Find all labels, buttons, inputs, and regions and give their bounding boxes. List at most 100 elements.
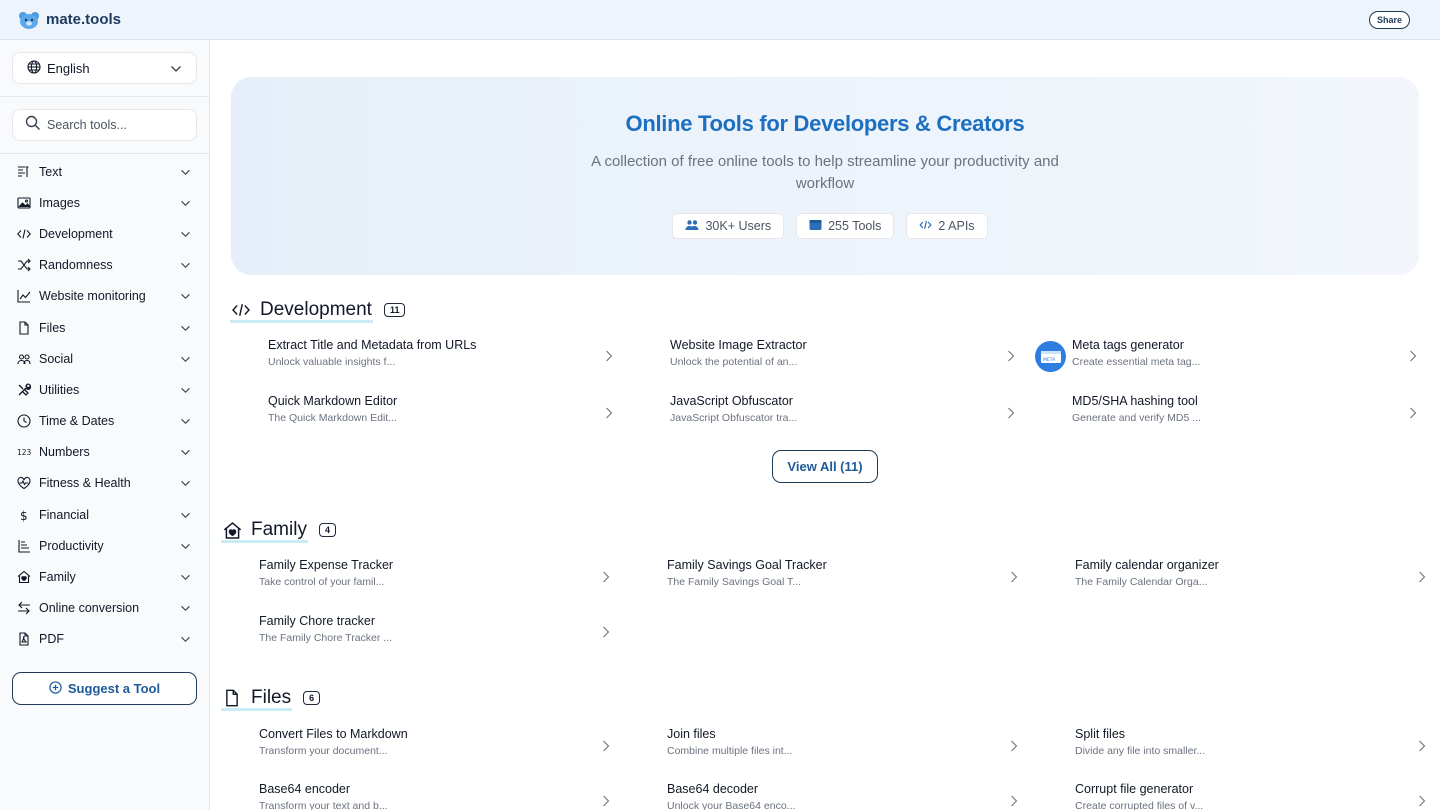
logo-text: mate.tools	[46, 11, 122, 28]
sidebar-item-label: Online conversion	[39, 601, 140, 616]
chevron-down-icon	[180, 445, 191, 459]
sidebar-item-images[interactable]: Images	[0, 187, 209, 218]
sidebar-item-label: Images	[39, 195, 80, 210]
tool-description: Unlock your Base64 enco...	[667, 800, 796, 810]
share-button[interactable]: Share	[1368, 10, 1410, 29]
sidebar-item-utilities[interactable]: Utilities	[0, 374, 209, 405]
productivity-icon	[17, 539, 31, 553]
tool-description: Create essential meta tag...	[1072, 356, 1201, 368]
users-badge: 30K+ Users	[672, 213, 785, 239]
chevron-right-icon	[1410, 350, 1417, 362]
tool-name: Convert Files to Markdown	[259, 727, 408, 741]
tool-card[interactable]: Corrupt file generator Create corrupted …	[1075, 782, 1415, 810]
tool-card[interactable]: Split files Divide any file into smaller…	[1075, 727, 1415, 771]
bear-logo-icon	[18, 11, 40, 29]
tool-card[interactable]: Meta tags generator Create essential met…	[1072, 338, 1412, 382]
tool-card[interactable]: Family Chore tracker The Family Chore Tr…	[259, 614, 609, 658]
tool-description: Unlock the potential of an...	[670, 356, 798, 368]
tool-card[interactable]: Base64 encoder Transform your text and b…	[259, 782, 609, 810]
sidebar-item-files[interactable]: Files	[0, 312, 209, 343]
tool-card[interactable]: Family Savings Goal Tracker The Family S…	[667, 558, 1017, 602]
shuffle-icon	[17, 258, 31, 272]
sidebar-item-randomness[interactable]: Randomness	[0, 250, 209, 281]
sidebar-item-online-conversion[interactable]: Online conversion	[0, 593, 209, 624]
sidebar-item-financial[interactable]: $ Financial	[0, 499, 209, 530]
top-bar: mate.tools Share	[0, 0, 1440, 40]
tool-card[interactable]: Extract Title and Metadata from URLs Unl…	[268, 338, 618, 382]
tool-name: Corrupt file generator	[1075, 782, 1194, 796]
chevron-right-icon	[603, 571, 610, 583]
sidebar-item-label: Development	[39, 226, 113, 241]
tool-name: Meta tags generator	[1072, 338, 1184, 352]
sidebar-item-label: Text	[39, 164, 62, 179]
chevron-down-icon	[180, 352, 191, 366]
suggest-tool-label: Suggest a Tool	[67, 681, 161, 696]
tool-name: Website Image Extractor	[670, 338, 807, 352]
sidebar-item-development[interactable]: Development	[0, 218, 209, 249]
tool-name: Family Savings Goal Tracker	[667, 558, 827, 572]
sidebar-item-social[interactable]: Social	[0, 343, 209, 374]
tool-card[interactable]: Base64 decoder Unlock your Base64 enco..…	[667, 782, 1017, 810]
tool-description: Unlock valuable insights f...	[268, 356, 396, 368]
section-development-title: Development	[230, 299, 373, 323]
image-icon	[17, 196, 31, 210]
sidebar-item-label: Family	[39, 570, 76, 585]
globe-icon	[27, 59, 41, 77]
tool-card[interactable]: Family calendar organizer The Family Cal…	[1075, 558, 1415, 602]
sidebar-item-numbers[interactable]: 123 Numbers	[0, 437, 209, 468]
svg-text:123: 123	[17, 448, 31, 457]
hero-banner: Online Tools for Developers & Creators A…	[231, 77, 1419, 275]
sidebar-item-pdf[interactable]: PDF	[0, 624, 209, 655]
chevron-down-icon	[180, 570, 191, 584]
chevron-down-icon	[180, 289, 191, 303]
search-input[interactable]	[47, 118, 187, 132]
code-icon	[919, 219, 933, 234]
chevron-right-icon	[1008, 350, 1015, 362]
sidebar-item-text[interactable]: Text	[0, 156, 209, 187]
chevron-down-icon	[180, 414, 191, 428]
tool-description: Create corrupted files of v...	[1075, 800, 1204, 810]
svg-text:$: $	[20, 509, 28, 522]
dollar-icon: $	[17, 508, 31, 522]
sidebar-item-time-dates[interactable]: Time & Dates	[0, 406, 209, 437]
sidebar: English Text Images Development	[0, 40, 210, 810]
sidebar-item-fitness-health[interactable]: Fitness & Health	[0, 468, 209, 499]
hero-subtitle: A collection of free online tools to hel…	[591, 153, 1059, 192]
tool-name: Family Expense Tracker	[259, 558, 394, 572]
language-select[interactable]: English	[12, 52, 197, 84]
tool-card[interactable]: Join files Combine multiple files int...	[667, 727, 1017, 771]
chevron-down-icon	[180, 383, 191, 397]
tool-name: Family calendar organizer	[1075, 558, 1219, 572]
tool-card[interactable]: Website Image Extractor Unlock the poten…	[670, 338, 1020, 382]
tool-card[interactable]: MD5/SHA hashing tool Generate and verify…	[1072, 394, 1412, 438]
chevron-right-icon	[1419, 740, 1426, 752]
sidebar-item-website-monitoring[interactable]: Website monitoring	[0, 281, 209, 312]
sidebar-item-label: Files	[39, 320, 66, 335]
tool-name: Quick Markdown Editor	[268, 394, 398, 408]
chevron-right-icon	[1419, 795, 1426, 807]
view-all-development-button[interactable]: View All (11)	[772, 450, 878, 483]
sidebar-item-productivity[interactable]: Productivity	[0, 530, 209, 561]
sidebar-item-label: Financial	[39, 507, 90, 522]
chevron-down-icon	[170, 61, 182, 76]
sidebar-item-family[interactable]: Family	[0, 561, 209, 592]
chevron-right-icon	[1008, 407, 1015, 419]
sidebar-item-label: Website monitoring	[39, 289, 146, 304]
section-files-header: Files 6	[220, 687, 321, 711]
chevron-right-icon	[1011, 740, 1018, 752]
tool-card[interactable]: JavaScript Obfuscator JavaScript Obfusca…	[670, 394, 1020, 438]
suggest-tool-button[interactable]: Suggest a Tool	[12, 672, 197, 705]
section-development-count: 11	[383, 303, 406, 317]
tool-description: The Family Calendar Orga...	[1075, 576, 1208, 588]
tool-card[interactable]: Convert Files to Markdown Transform your…	[259, 727, 609, 771]
logo[interactable]: mate.tools	[18, 11, 121, 29]
stats-badges: 30K+ Users 255 Tools 2 APIs	[231, 213, 1419, 239]
arrows-exchange-icon	[17, 601, 31, 615]
tool-card[interactable]: Family Expense Tracker Take control of y…	[259, 558, 609, 602]
sidebar-item-label: Utilities	[39, 382, 80, 397]
tool-card[interactable]: Quick Markdown Editor The Quick Markdown…	[268, 394, 618, 438]
sidebar-item-label: Productivity	[39, 538, 104, 553]
tools-badge-label: 255 Tools	[828, 219, 882, 233]
chevron-down-icon	[180, 539, 191, 553]
tool-name: Base64 decoder	[667, 782, 759, 796]
